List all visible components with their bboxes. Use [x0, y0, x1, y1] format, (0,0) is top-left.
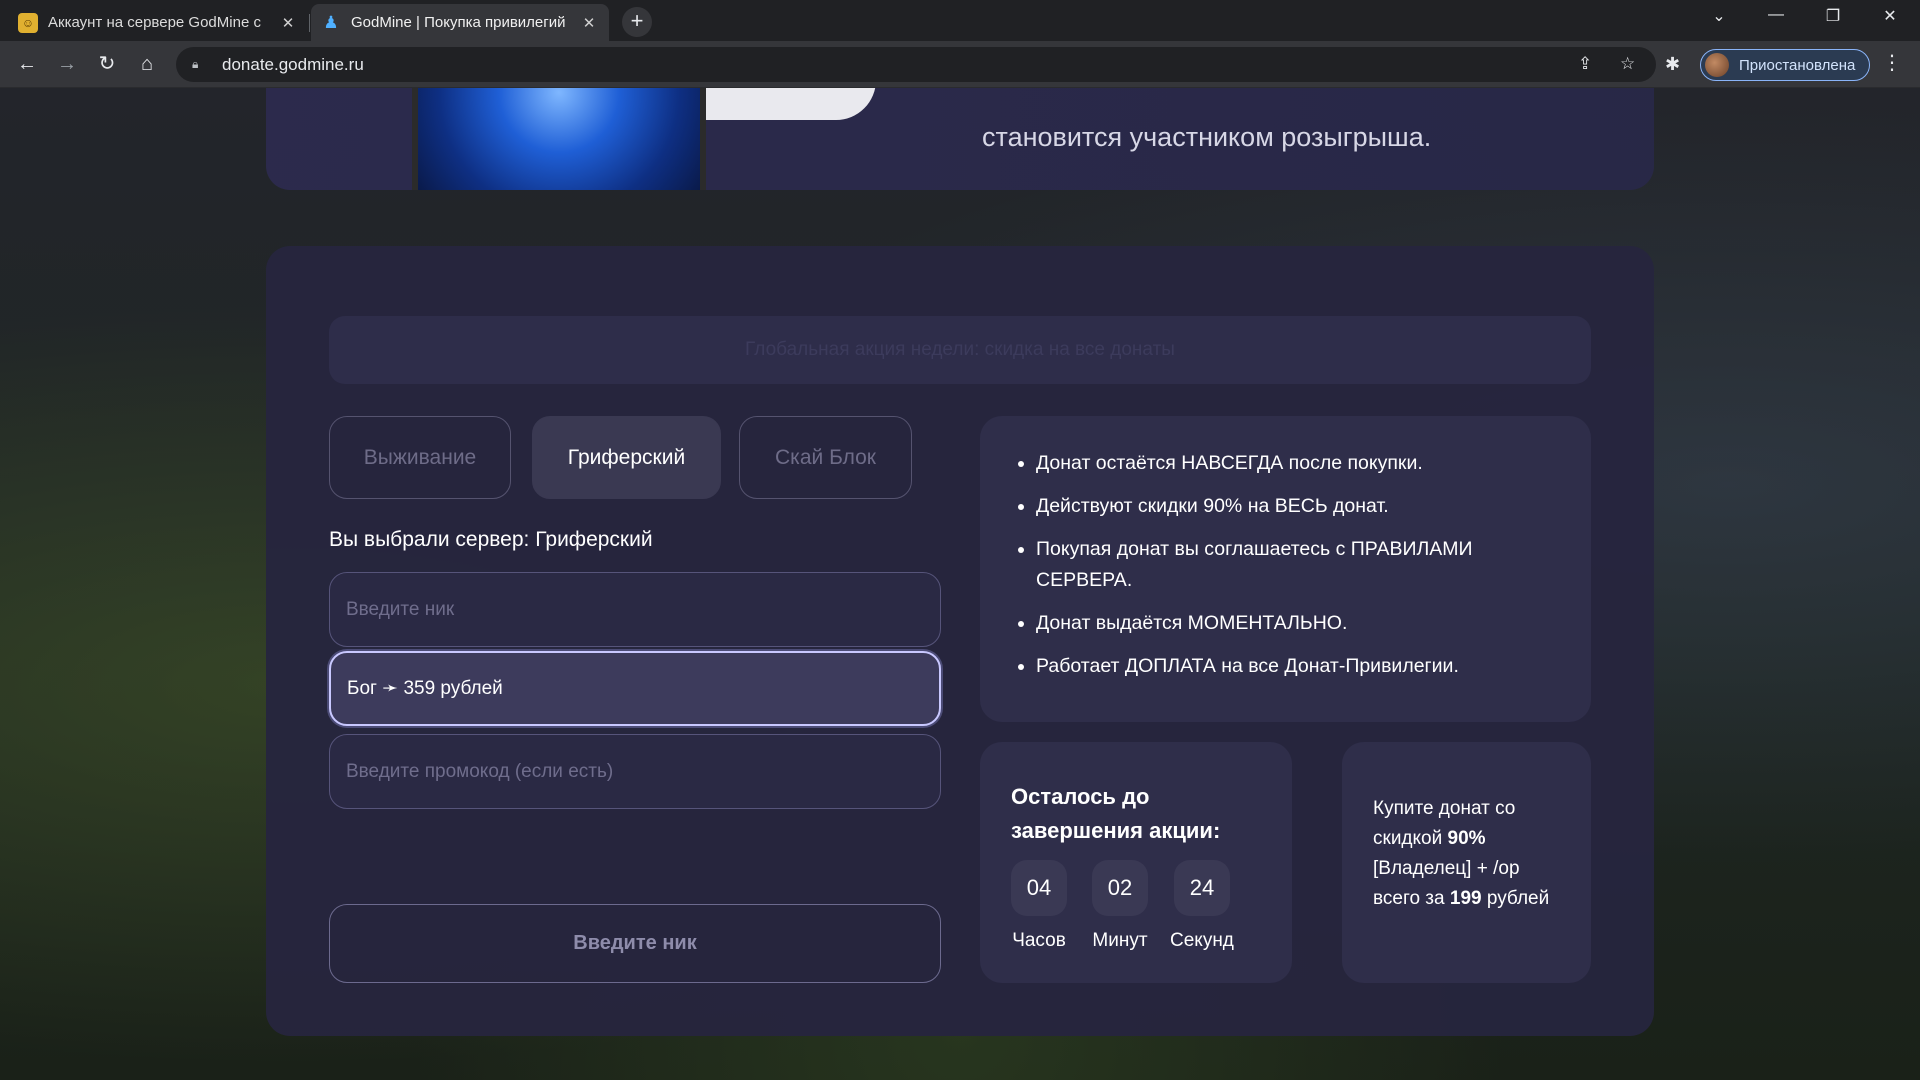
home-icon[interactable]: ⌂ — [133, 50, 161, 78]
info-item: Работает ДОПЛАТА на все Донат-Привилегии… — [1036, 651, 1551, 682]
restore-icon[interactable]: ❐ — [1813, 6, 1853, 26]
countdown-hours: 04 Часов — [1011, 860, 1067, 952]
promocode-input[interactable]: Введите промокод (если есть) — [329, 734, 941, 809]
minimize-icon[interactable]: — — [1756, 6, 1796, 24]
seconds-label: Секунд — [1170, 930, 1234, 951]
deal-text: Купите донат со скидкой — [1373, 798, 1516, 849]
server-button-griefer[interactable]: Гриферский — [532, 416, 721, 499]
countdown-minutes: 02 Минут — [1092, 860, 1148, 952]
reload-icon[interactable]: ↻ — [93, 50, 121, 78]
rank-select[interactable]: Бог ➛ 359 рублей — [329, 651, 941, 726]
lock-icon[interactable]: 🔒︎ — [192, 57, 208, 73]
avatar — [1705, 53, 1729, 77]
favicon-icon: ☺ — [18, 12, 38, 33]
deal-text: рублей — [1481, 888, 1550, 909]
countdown-row: 04 Часов 02 Минут 24 Секунд — [1011, 860, 1234, 952]
promo-text: становится участником розыгрыша. — [982, 122, 1432, 152]
profile-button[interactable]: Приостановлена — [1700, 49, 1870, 81]
extensions-icon[interactable]: ✱ — [1665, 54, 1680, 75]
page-content: становится участником розыгрыша. Глобаль… — [0, 88, 1920, 1080]
selected-server-label: Вы выбрали сервер: Гриферский — [329, 528, 653, 551]
info-item: Покупая донат вы соглашаетесь с ПРАВИЛАМ… — [1036, 534, 1551, 596]
deal-price: 199 — [1449, 888, 1482, 909]
nickname-input[interactable]: Введите ник — [329, 572, 941, 647]
promo-card: становится участником розыгрыша. — [266, 88, 1654, 190]
url-text: donate.godmine.ru — [222, 54, 364, 74]
forward-icon[interactable]: → — [53, 50, 81, 78]
info-item: Действуют скидки 90% на ВЕСЬ донат. — [1036, 491, 1551, 522]
tab-search-icon[interactable]: ⌄ — [1699, 6, 1739, 26]
countdown-title: Осталось до завершения акции: — [1011, 784, 1221, 843]
device-image — [706, 88, 876, 120]
profile-status: Приостановлена — [1739, 56, 1856, 74]
info-item: Донат остаётся НАВСЕГДА после покупки. — [1036, 448, 1551, 479]
tab-separator — [309, 14, 310, 32]
minutes-label: Минут — [1092, 930, 1148, 951]
new-tab-button[interactable]: + — [622, 7, 652, 37]
countdown-seconds: 24 Секунд — [1170, 860, 1234, 952]
hours-value: 04 — [1011, 860, 1067, 916]
notice-banner: Глобальная акция недели: скидка на все д… — [329, 316, 1591, 384]
info-item: Донат выдаётся МОМЕНТАЛЬНО. — [1036, 608, 1551, 639]
info-list: Донат остаётся НАВСЕГДА после покупки. Д… — [1036, 448, 1551, 682]
browser-tab-godmine[interactable]: ♟ GodMine | Покупка привилегий ✕ — [311, 4, 609, 41]
address-bar[interactable]: 🔒︎ donate.godmine.ru ⇪ ☆ — [176, 47, 1656, 82]
phone-image — [412, 88, 706, 190]
browser-tabbar: ☺ Аккаунт на сервере GodMine с ✕ ♟ GodMi… — [0, 0, 1920, 41]
window-close-icon[interactable]: ✕ — [1870, 6, 1910, 26]
star-icon[interactable]: ☆ — [1620, 54, 1635, 74]
menu-icon[interactable]: ⋮ — [1882, 50, 1902, 75]
donate-card: Глобальная акция недели: скидка на все д… — [266, 246, 1654, 1036]
server-button-survival[interactable]: Выживание — [329, 416, 511, 499]
close-icon[interactable]: ✕ — [579, 14, 599, 32]
countdown-panel: Осталось до завершения акции: 04 Часов 0… — [980, 742, 1292, 983]
tab-title: GodMine | Покупка привилегий — [351, 14, 566, 31]
seconds-value: 24 — [1173, 860, 1230, 916]
server-button-skyblock[interactable]: Скай Блок — [739, 416, 912, 499]
deal-discount: 90% — [1447, 828, 1486, 849]
browser-toolbar: ← → ↻ ⌂ 🔒︎ donate.godmine.ru ⇪ ☆ ✱ Приос… — [0, 41, 1920, 88]
favicon-icon: ♟ — [323, 12, 339, 32]
deal-panel: Купите донат со скидкой 90% [Владелец] +… — [1342, 742, 1591, 983]
tab-title: Аккаунт на сервере GodMine с — [48, 14, 261, 31]
submit-button[interactable]: Введите ник — [329, 904, 941, 983]
browser-tab-account[interactable]: ☺ Аккаунт на сервере GodMine с ✕ — [8, 4, 308, 41]
hours-label: Часов — [1012, 930, 1066, 951]
back-icon[interactable]: ← — [13, 50, 41, 78]
close-icon[interactable]: ✕ — [278, 14, 298, 32]
share-icon[interactable]: ⇪ — [1578, 54, 1592, 74]
minutes-value: 02 — [1092, 860, 1148, 916]
info-panel: Донат остаётся НАВСЕГДА после покупки. Д… — [980, 416, 1591, 722]
